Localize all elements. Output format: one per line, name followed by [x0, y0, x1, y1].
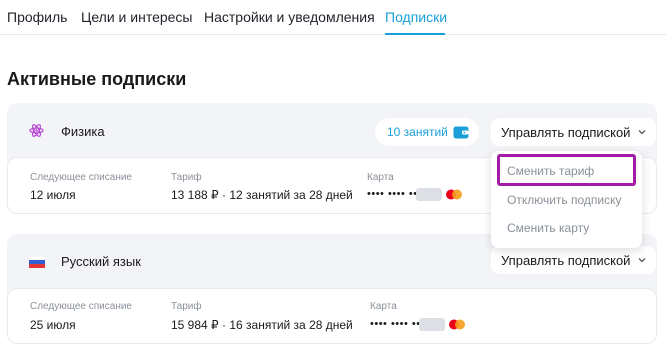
manage-subscription-label: Управлять подпиской	[501, 252, 631, 268]
lessons-count: 10 занятий	[387, 125, 448, 139]
russian-flag-icon	[29, 256, 45, 268]
manage-subscription-menu: Сменить тариф Отключить подписку Сменить…	[491, 151, 642, 248]
tab-profile[interactable]: Профиль	[7, 9, 67, 25]
tab-bar: Профиль Цели и интересы Настройки и увед…	[0, 0, 666, 35]
tab-goals-interests[interactable]: Цели и интересы	[81, 9, 193, 25]
manage-subscription-button-russian[interactable]: Управлять подпиской	[491, 246, 657, 274]
subscription-title: Физика	[61, 124, 105, 139]
lessons-balance-button[interactable]: 10 занятий	[375, 118, 479, 146]
wallet-icon	[453, 126, 469, 139]
active-tab-indicator	[385, 33, 445, 35]
tariff-label: Тариф	[171, 301, 202, 312]
tab-subscriptions[interactable]: Подписки	[385, 9, 447, 25]
chevron-down-icon	[638, 130, 646, 135]
card-label: Карта	[367, 172, 394, 183]
card-digits-hidden	[416, 188, 442, 201]
menu-item-cancel-subscription[interactable]: Отключить подписку	[507, 193, 622, 207]
atom-icon	[29, 124, 44, 137]
subscription-details: Следующее списание 25 июля Тариф 15 984 …	[7, 288, 657, 344]
menu-item-change-card[interactable]: Сменить карту	[507, 221, 589, 235]
tariff-value: 13 188 ₽ · 12 занятий за 28 дней	[171, 188, 353, 202]
next-charge-label: Следующее списание	[30, 172, 132, 183]
tariff-label: Тариф	[171, 172, 202, 183]
next-charge-value: 12 июля	[30, 188, 76, 202]
mastercard-icon	[449, 319, 465, 330]
mastercard-icon	[446, 189, 462, 200]
card-label: Карта	[370, 301, 397, 312]
manage-subscription-label: Управлять подпиской	[501, 124, 631, 140]
next-charge-label: Следующее списание	[30, 301, 132, 312]
tab-settings-notifications[interactable]: Настройки и уведомления	[204, 9, 375, 25]
page-title: Активные подписки	[7, 69, 187, 89]
card-digits-hidden	[419, 318, 445, 331]
manage-subscription-button-physics[interactable]: Управлять подпиской	[491, 118, 657, 146]
chevron-down-icon	[638, 258, 646, 263]
tariff-value: 15 984 ₽ · 16 занятий за 28 дней	[171, 318, 353, 332]
menu-item-change-tariff[interactable]: Сменить тариф	[507, 164, 594, 178]
next-charge-value: 25 июля	[30, 318, 76, 332]
subscription-title: Русский язык	[61, 254, 141, 269]
